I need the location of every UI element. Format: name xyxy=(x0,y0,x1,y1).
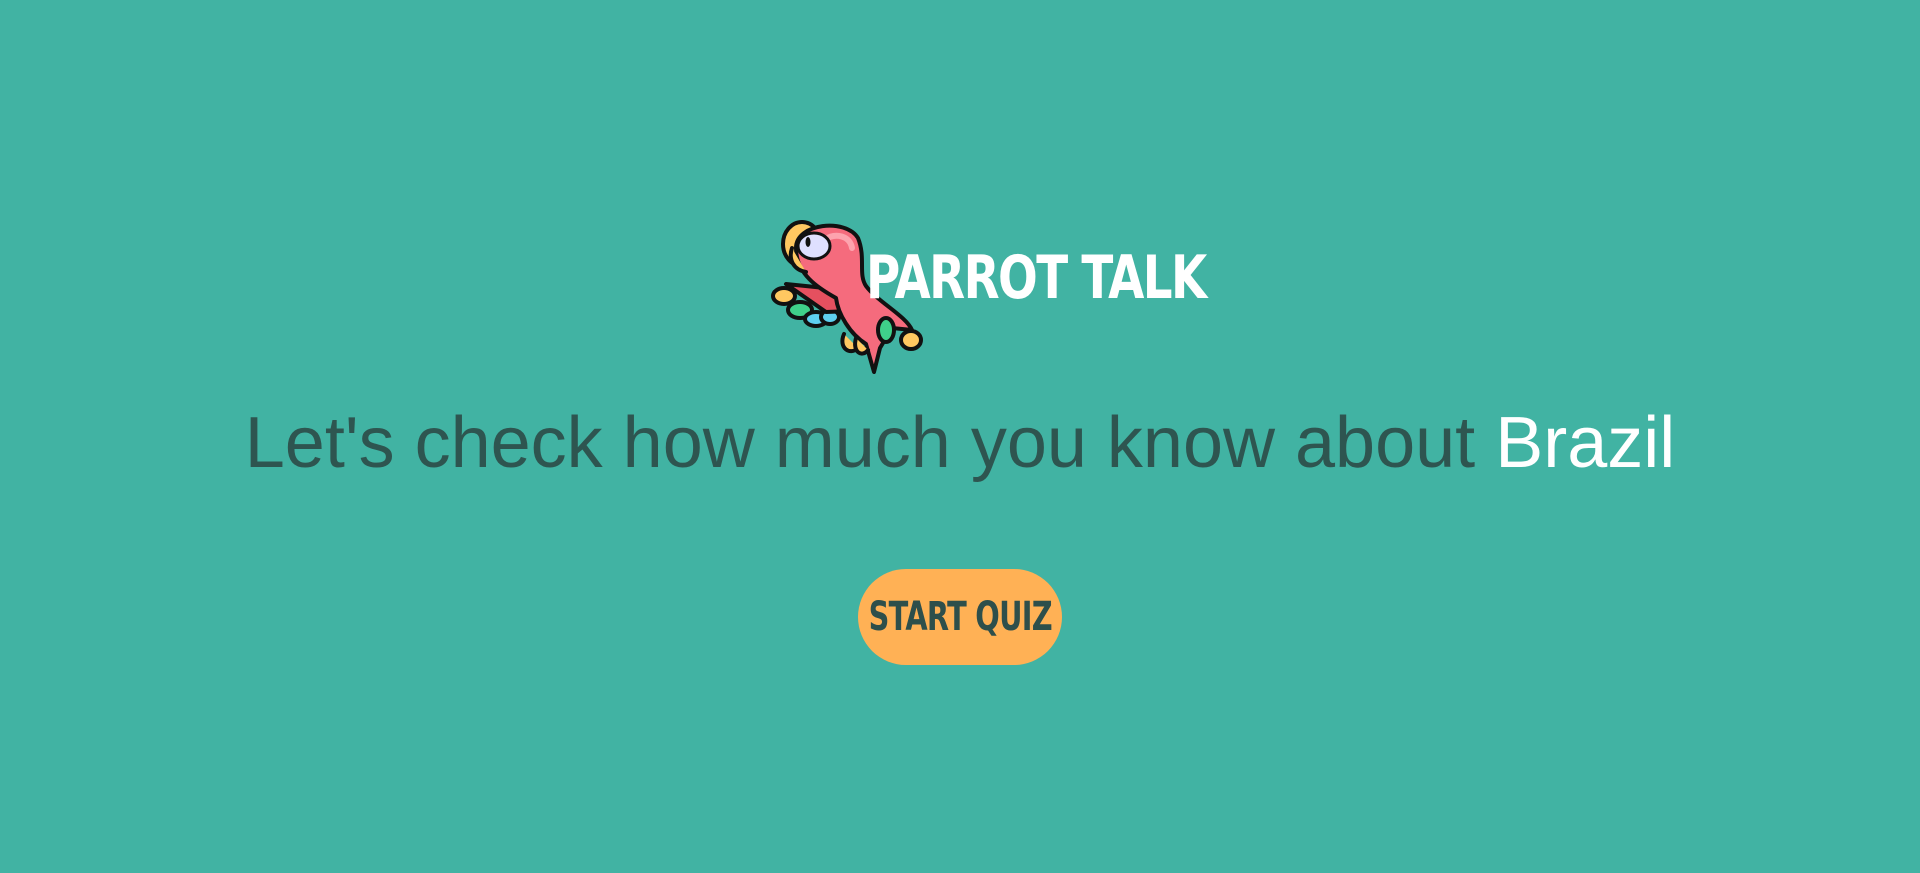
quiz-landing-page: PARROT TALK Let's check how much you kno… xyxy=(0,0,1920,873)
brand-title: PARROT TALK xyxy=(866,243,1207,313)
brand-logo: PARROT TALK xyxy=(766,218,1207,378)
start-quiz-label: START QUIZ xyxy=(868,594,1052,640)
headline-text: Let's check how much you know about xyxy=(244,403,1496,483)
start-quiz-button[interactable]: START QUIZ xyxy=(858,569,1062,665)
country-name: Brazil xyxy=(1495,403,1676,483)
page-headline: Let's check how much you know about Braz… xyxy=(0,403,1920,483)
